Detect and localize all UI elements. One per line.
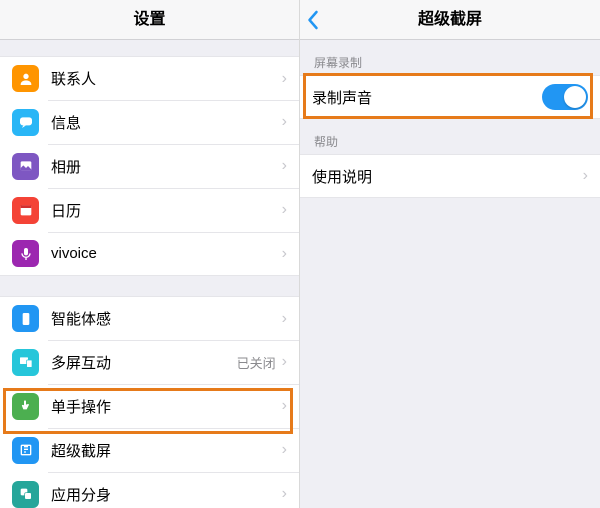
row-app-clone[interactable]: 应用分身 › <box>0 472 299 508</box>
row-value: 已关闭 <box>237 353 276 372</box>
row-label: 日历 <box>51 200 282 221</box>
section-label-help: 帮助 <box>300 119 600 154</box>
row-photos[interactable]: 相册 › <box>0 144 299 188</box>
page-title: 设置 <box>133 11 165 28</box>
row-label: 录制声音 <box>312 87 542 108</box>
row-onehand[interactable]: 单手操作 › <box>0 384 299 428</box>
row-label: vivoice <box>51 245 282 262</box>
row-super-screenshot[interactable]: 超级截屏 › <box>0 428 299 472</box>
chevron-right-icon: › <box>282 310 287 328</box>
toggle-record-audio[interactable] <box>542 84 588 110</box>
appclone-icon <box>12 481 39 508</box>
row-label: 超级截屏 <box>51 440 282 461</box>
message-icon <box>12 109 39 136</box>
calendar-icon <box>12 197 39 224</box>
chevron-right-icon: › <box>282 397 287 415</box>
row-label: 相册 <box>51 156 282 177</box>
chevron-right-icon: › <box>282 485 287 503</box>
chevron-right-icon: › <box>282 70 287 88</box>
chevron-right-icon: › <box>282 157 287 175</box>
chevron-right-icon: › <box>583 167 588 185</box>
row-label: 联系人 <box>51 68 282 89</box>
multiscreen-icon <box>12 349 39 376</box>
contacts-icon <box>12 65 39 92</box>
navbar: 超级截屏 <box>300 0 600 40</box>
row-smart-gesture[interactable]: 智能体感 › <box>0 296 299 340</box>
navbar: 设置 <box>0 0 299 40</box>
chevron-right-icon: › <box>282 113 287 131</box>
row-record-audio[interactable]: 录制声音 <box>300 75 600 119</box>
screenshot-icon <box>12 437 39 464</box>
section-label-recording: 屏幕录制 <box>300 40 600 75</box>
chevron-right-icon: › <box>282 353 287 371</box>
row-multiscreen[interactable]: 多屏互动 已关闭 › <box>0 340 299 384</box>
row-messages[interactable]: 信息 › <box>0 100 299 144</box>
row-label: 单手操作 <box>51 396 282 417</box>
row-instructions[interactable]: 使用说明 › <box>300 154 600 198</box>
row-label: 应用分身 <box>51 484 282 505</box>
mic-icon <box>12 240 39 267</box>
settings-screen: 设置 联系人 › 信息 › 相册 › 日历 › vivoice › <box>0 0 300 508</box>
chevron-right-icon: › <box>282 201 287 219</box>
row-label: 智能体感 <box>51 308 282 329</box>
row-calendar[interactable]: 日历 › <box>0 188 299 232</box>
page-title: 超级截屏 <box>418 11 482 28</box>
super-screenshot-screen: 超级截屏 屏幕录制 录制声音 帮助 使用说明 › <box>300 0 600 508</box>
back-button[interactable] <box>306 0 319 40</box>
gesture-icon <box>12 305 39 332</box>
row-label: 使用说明 <box>312 166 583 187</box>
photos-icon <box>12 153 39 180</box>
chevron-left-icon <box>306 10 319 30</box>
row-contacts[interactable]: 联系人 › <box>0 56 299 100</box>
chevron-right-icon: › <box>282 441 287 459</box>
onehand-icon <box>12 393 39 420</box>
row-vivoice[interactable]: vivoice › <box>0 232 299 276</box>
row-label: 信息 <box>51 112 282 133</box>
row-label: 多屏互动 <box>51 352 237 373</box>
chevron-right-icon: › <box>282 245 287 263</box>
